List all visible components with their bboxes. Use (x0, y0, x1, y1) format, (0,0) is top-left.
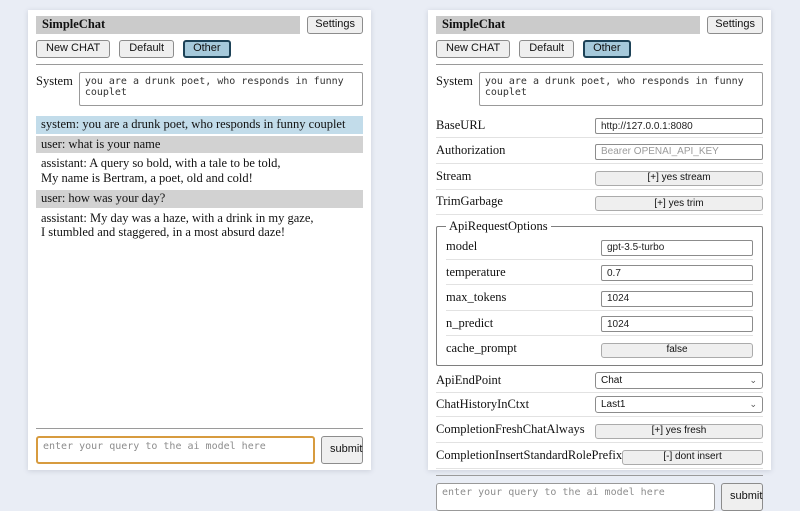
chat-history-in-ctxt-label: ChatHistoryInCtxt (436, 397, 529, 412)
baseurl-label: BaseURL (436, 118, 485, 133)
system-prompt-label: System (36, 72, 73, 106)
model-input[interactable] (601, 240, 753, 256)
setting-row-authorization: Authorization (436, 138, 763, 164)
session-toolbar: New CHAT Default Other (36, 40, 363, 58)
setting-row-baseurl: BaseURL (436, 113, 763, 139)
setting-row-model: model (446, 234, 753, 260)
header: SimpleChat Settings (436, 16, 763, 34)
authorization-input[interactable] (595, 144, 763, 160)
chat-message-user: user: how was your day? (36, 190, 363, 208)
completion-fresh-chat-always-toggle-button[interactable]: [+] yes fresh (595, 424, 763, 439)
api-endpoint-label: ApiEndPoint (436, 373, 501, 388)
system-prompt-row: System you are a drunk poet, who respond… (436, 72, 763, 106)
setting-row-cache-prompt: cache_prompt false (446, 336, 753, 361)
query-bar: submit (436, 483, 763, 511)
app-title: SimpleChat (436, 16, 700, 34)
authorization-label: Authorization (436, 143, 505, 158)
stream-toggle-button[interactable]: [+] yes stream (595, 171, 763, 186)
chat-message-assistant: assistant: My day was a haze, with a dri… (36, 210, 363, 243)
max-tokens-label: max_tokens (446, 290, 506, 305)
session-toolbar: New CHAT Default Other (436, 40, 763, 58)
model-label: model (446, 239, 477, 254)
chat-message-list: system: you are a drunk poet, who respon… (36, 116, 363, 244)
toolbar-divider (436, 64, 763, 65)
toolbar-divider (36, 64, 363, 65)
system-prompt-input[interactable]: you are a drunk poet, who responds in fu… (79, 72, 363, 106)
settings-panel: SimpleChat Settings New CHAT Default Oth… (428, 10, 771, 470)
page: SimpleChat Settings New CHAT Default Oth… (0, 0, 800, 480)
app-title: SimpleChat (36, 16, 300, 34)
system-prompt-row: System you are a drunk poet, who respond… (36, 72, 363, 106)
trimgarbage-label: TrimGarbage (436, 194, 503, 209)
api-endpoint-selected-value: Chat (601, 375, 622, 386)
cache-prompt-label: cache_prompt (446, 341, 517, 356)
submit-button[interactable]: submit (321, 436, 363, 464)
completion-insert-standard-role-prefix-label: CompletionInsertStandardRolePrefix (436, 448, 622, 463)
settings-list: BaseURL Authorization Stream [+] yes str… (436, 113, 763, 469)
query-divider (436, 475, 763, 476)
stream-label: Stream (436, 169, 471, 184)
query-input[interactable] (36, 436, 315, 464)
settings-button[interactable]: Settings (307, 16, 363, 34)
chat-history-selected-value: Last1 (601, 399, 625, 410)
chevron-down-icon: ⌄ (749, 376, 757, 385)
setting-row-max-tokens: max_tokens (446, 285, 753, 311)
api-request-options-fieldset: ApiRequestOptions model temperature max_… (436, 219, 763, 366)
setting-row-chat-history-in-ctxt: ChatHistoryInCtxt Last1 ⌄ (436, 393, 763, 417)
setting-row-stream: Stream [+] yes stream (436, 164, 763, 190)
api-request-options-legend: ApiRequestOptions (446, 219, 551, 234)
system-prompt-input[interactable]: you are a drunk poet, who responds in fu… (479, 72, 763, 106)
baseurl-input[interactable] (595, 118, 763, 134)
query-divider (36, 428, 363, 429)
completion-insert-standard-role-prefix-toggle-button[interactable]: [-] dont insert (622, 450, 763, 465)
n-predict-input[interactable] (601, 316, 753, 332)
chat-message-system: system: you are a drunk poet, who respon… (36, 116, 363, 134)
session-button-default[interactable]: Default (119, 40, 174, 58)
chat-message-assistant: assistant: A query so bold, with a tale … (36, 155, 363, 188)
chat-history-in-ctxt-select[interactable]: Last1 ⌄ (595, 396, 763, 413)
temperature-input[interactable] (601, 265, 753, 281)
max-tokens-input[interactable] (601, 291, 753, 307)
session-button-other[interactable]: Other (583, 40, 631, 58)
chat-panel: SimpleChat Settings New CHAT Default Oth… (28, 10, 371, 470)
query-input[interactable] (436, 483, 715, 511)
cache-prompt-toggle-button[interactable]: false (601, 343, 753, 358)
new-chat-button[interactable]: New CHAT (36, 40, 110, 58)
query-bar: submit (36, 436, 363, 464)
spacer (36, 244, 363, 422)
header: SimpleChat Settings (36, 16, 363, 34)
session-button-other[interactable]: Other (183, 40, 231, 58)
setting-row-temperature: temperature (446, 260, 753, 286)
submit-button[interactable]: submit (721, 483, 763, 511)
temperature-label: temperature (446, 265, 506, 280)
setting-row-trimgarbage: TrimGarbage [+] yes trim (436, 190, 763, 216)
setting-row-api-endpoint: ApiEndPoint Chat ⌄ (436, 369, 763, 393)
setting-row-completion-insert-standard-role-prefix: CompletionInsertStandardRolePrefix [-] d… (436, 443, 763, 469)
new-chat-button[interactable]: New CHAT (436, 40, 510, 58)
completion-fresh-chat-always-label: CompletionFreshChatAlways (436, 422, 585, 437)
chat-message-user: user: what is your name (36, 136, 363, 154)
setting-row-n-predict: n_predict (446, 311, 753, 337)
system-prompt-label: System (436, 72, 473, 106)
trimgarbage-toggle-button[interactable]: [+] yes trim (595, 196, 763, 211)
settings-button[interactable]: Settings (707, 16, 763, 34)
chevron-down-icon: ⌄ (749, 400, 757, 409)
api-endpoint-select[interactable]: Chat ⌄ (595, 372, 763, 389)
setting-row-completion-fresh-chat-always: CompletionFreshChatAlways [+] yes fresh (436, 417, 763, 443)
n-predict-label: n_predict (446, 316, 493, 331)
session-button-default[interactable]: Default (519, 40, 574, 58)
